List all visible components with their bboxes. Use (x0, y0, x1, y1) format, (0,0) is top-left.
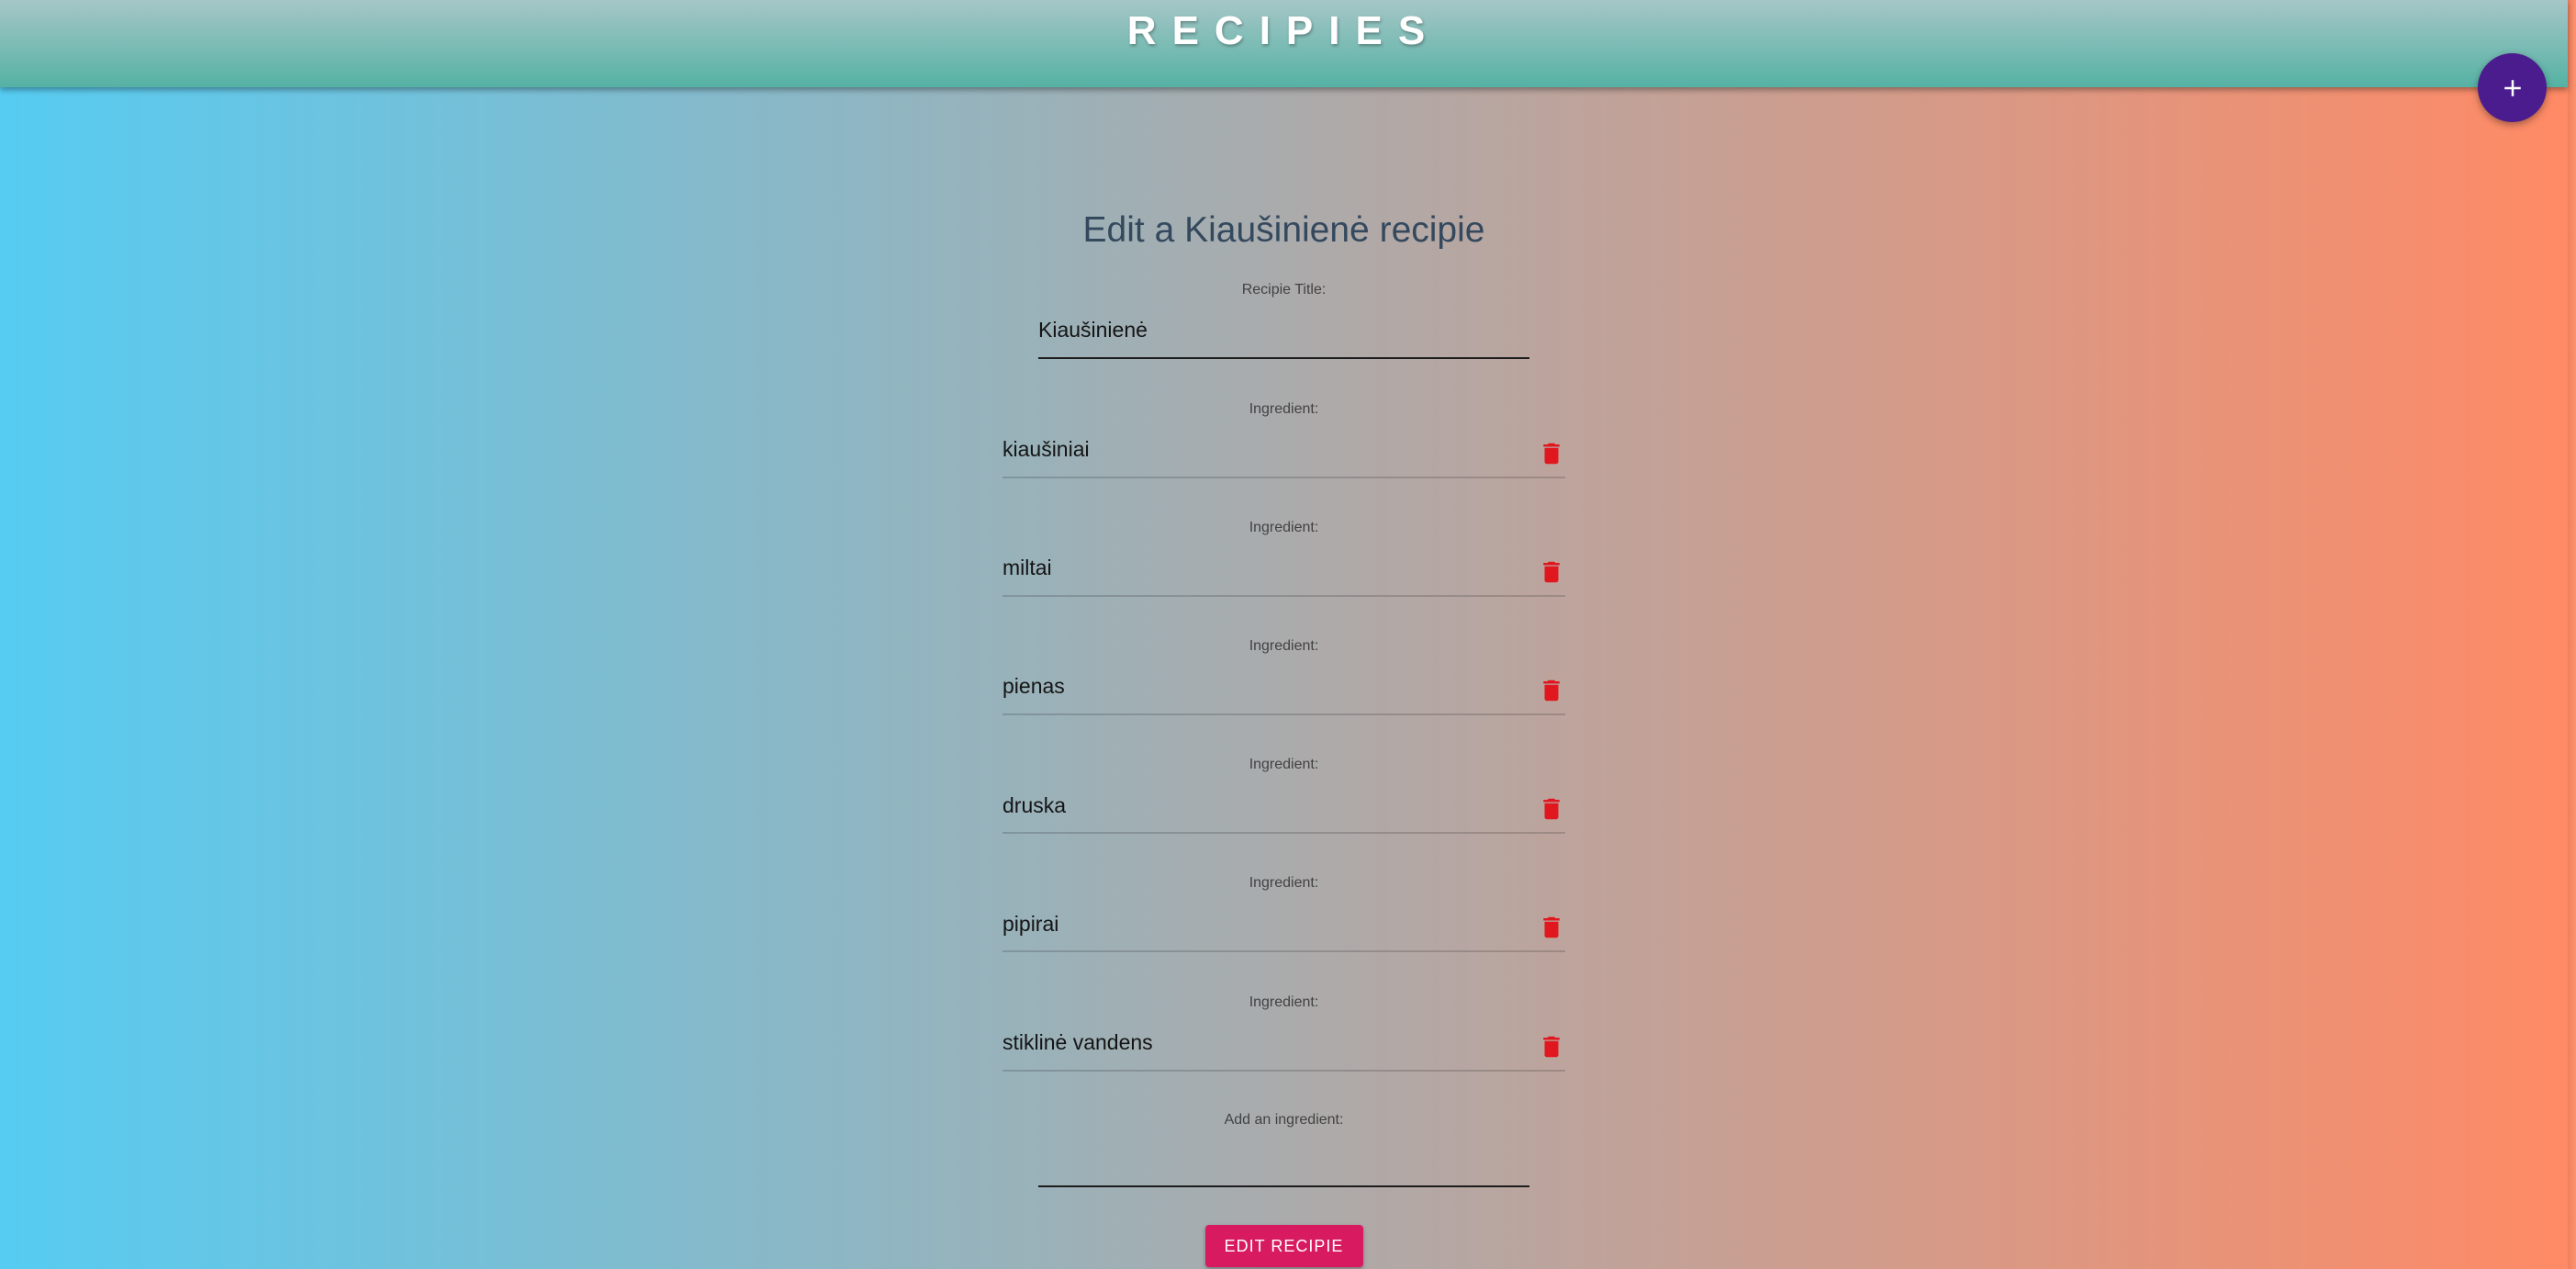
ingredient-label: Ingredient: (1249, 757, 1319, 773)
ingredient-input[interactable] (1002, 659, 1565, 715)
app-title: RECIPIES (1126, 8, 1441, 53)
ingredient-input[interactable] (1002, 1016, 1565, 1072)
edit-recipe-button[interactable]: EDIT RECIPIE (1204, 1225, 1363, 1267)
ingredient-input[interactable] (1002, 897, 1565, 953)
vertical-scrollbar[interactable] (2568, 0, 2576, 1269)
trash-icon[interactable] (1538, 558, 1565, 586)
delete-ingredient-button[interactable] (1538, 914, 1565, 941)
ingredient-row: Ingredient: (1002, 400, 1565, 519)
delete-ingredient-button[interactable] (1538, 677, 1565, 704)
trash-icon[interactable] (1538, 795, 1565, 823)
ingredient-input[interactable] (1002, 541, 1565, 597)
ingredient-label: Ingredient: (1249, 875, 1319, 892)
delete-ingredient-button[interactable] (1538, 558, 1565, 586)
add-ingredient-label: Add an ingredient: (1224, 1111, 1344, 1128)
ingredient-label: Ingredient: (1249, 637, 1319, 654)
ingredient-label: Ingredient: (1249, 994, 1319, 1010)
ingredient-list: Ingredient: Ingredient: Ingredient: (1002, 400, 1565, 1112)
edit-recipe-form: Recipie Title: Ingredient: Ingredient: (1002, 0, 1565, 1269)
trash-icon[interactable] (1538, 677, 1565, 704)
ingredient-row: Ingredient: (1002, 637, 1565, 756)
delete-ingredient-button[interactable] (1538, 440, 1565, 467)
trash-icon[interactable] (1538, 914, 1565, 941)
recipe-title-label: Recipie Title: (1241, 282, 1327, 298)
add-ingredient-input[interactable] (1038, 1132, 1529, 1187)
ingredient-input[interactable] (1002, 422, 1565, 478)
ingredient-row: Ingredient: (1002, 874, 1565, 993)
ingredient-row: Ingredient: (1002, 756, 1565, 874)
page-background: RECIPIES Edit a Kiaušinienė recipie Reci… (0, 0, 2568, 1269)
ingredient-label: Ingredient: (1249, 400, 1319, 417)
add-recipe-button[interactable] (2478, 53, 2547, 122)
trash-icon[interactable] (1538, 1033, 1565, 1061)
delete-ingredient-button[interactable] (1538, 795, 1565, 823)
ingredient-row: Ingredient: (1002, 519, 1565, 637)
trash-icon[interactable] (1538, 440, 1565, 467)
ingredient-input[interactable] (1002, 779, 1565, 835)
ingredient-label: Ingredient: (1249, 519, 1319, 535)
app-root: RECIPIES Edit a Kiaušinienė recipie Reci… (0, 0, 2576, 1269)
app-header: RECIPIES (0, 0, 2568, 87)
recipe-title-input[interactable] (1038, 303, 1529, 359)
delete-ingredient-button[interactable] (1538, 1033, 1565, 1061)
plus-icon[interactable] (2499, 74, 2526, 102)
ingredient-row: Ingredient: (1002, 994, 1565, 1112)
